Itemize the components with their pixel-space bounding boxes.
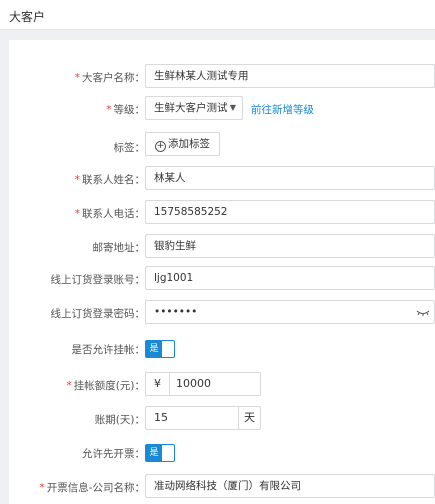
row-contact-phone: * 联系人电话： 15758585252 (9, 200, 435, 226)
contact-phone-input[interactable]: 15758585252 (145, 200, 435, 224)
required-mark: * (106, 104, 112, 116)
customer-name-input[interactable]: 生鲜林某人测试专用 (145, 64, 435, 88)
address-label: 邮寄地址： (92, 242, 146, 254)
level-select[interactable]: 生鲜大客户测试 ▼ (145, 96, 243, 120)
invoice-company-label: 开票信息-公司名称： (46, 482, 145, 494)
required-mark: * (74, 208, 80, 220)
credit-limit-label: 挂帐额度(元)： (73, 380, 145, 392)
plus-circle-icon: + (155, 141, 166, 152)
row-allow-invoice: 允许先开票： 是 (9, 444, 435, 470)
contact-name-input[interactable]: 林某人 (145, 166, 435, 190)
row-login-account: 线上订货登录账号： ljg1001 (9, 266, 435, 292)
login-account-input[interactable]: ljg1001 (145, 266, 435, 290)
payment-term-input[interactable]: 15 天 (145, 406, 261, 430)
customer-name-label: 大客户名称： (82, 72, 145, 84)
page-title: 大客户 (9, 10, 46, 24)
tags-label: 标签： (113, 142, 146, 154)
required-mark: * (39, 482, 45, 494)
contact-phone-label: 联系人电话： (82, 208, 145, 220)
password-mask: ••••••• (154, 306, 198, 318)
row-payment-term: 账期(天)： 15 天 (9, 406, 435, 432)
allow-credit-label: 是否允许挂帐： (71, 344, 146, 356)
row-tags: 标签： + 添加标签 (9, 132, 435, 160)
toggle-on-label: 是 (146, 341, 162, 357)
add-level-link[interactable]: 前往新增等级 (251, 102, 314, 117)
eye-closed-icon[interactable] (416, 305, 430, 319)
top-bar: 大客户 (0, 0, 435, 30)
add-tag-button[interactable]: + 添加标签 (145, 132, 220, 156)
row-allow-credit: 是否允许挂帐： 是 (9, 340, 435, 366)
toggle-on-label: 是 (146, 445, 162, 461)
row-level: * 等级： 生鲜大客户测试 ▼ 前往新增等级 (9, 96, 435, 122)
customer-form: * 大客户名称： 生鲜林某人测试专用 * 等级： 生鲜大客户测试 ▼ 前往新增等级 … (9, 40, 435, 504)
allow-invoice-toggle[interactable]: 是 (145, 444, 175, 462)
caret-down-icon: ▼ (229, 103, 236, 112)
required-mark: * (66, 380, 72, 392)
row-contact-name: * 联系人姓名： 林某人 (9, 166, 435, 192)
row-credit-limit: * 挂帐额度(元)： ¥ 10000 (9, 372, 435, 398)
allow-invoice-label: 允许先开票： (82, 448, 145, 460)
login-password-input[interactable]: ••••••• (145, 300, 435, 324)
add-tag-label: 添加标签 (168, 138, 210, 150)
credit-limit-input[interactable]: ¥ 10000 (145, 372, 261, 396)
row-customer-name: * 大客户名称： 生鲜林某人测试专用 (9, 64, 435, 90)
required-mark: * (74, 72, 80, 84)
currency-prefix: ¥ (146, 373, 170, 395)
days-suffix: 天 (238, 407, 260, 429)
address-input[interactable]: 银豹生鲜 (145, 234, 435, 258)
payment-term-label: 账期(天)： (94, 414, 145, 426)
login-password-label: 线上订货登录密码： (50, 308, 146, 320)
credit-limit-value: 10000 (176, 377, 211, 390)
required-mark: * (74, 174, 80, 186)
contact-name-label: 联系人姓名： (82, 174, 145, 186)
invoice-company-input[interactable]: 准动网络科技（厦门）有限公司 (145, 474, 435, 498)
level-label: 等级： (113, 104, 146, 116)
row-login-password: 线上订货登录密码： ••••••• (9, 300, 435, 326)
row-invoice-company: * 开票信息-公司名称： 准动网络科技（厦门）有限公司 (9, 474, 435, 500)
row-address: 邮寄地址： 银豹生鲜 (9, 234, 435, 260)
level-selected-value: 生鲜大客户测试 (154, 102, 228, 114)
payment-term-value: 15 (154, 411, 168, 424)
allow-credit-toggle[interactable]: 是 (145, 340, 175, 358)
login-account-label: 线上订货登录账号： (50, 274, 146, 286)
